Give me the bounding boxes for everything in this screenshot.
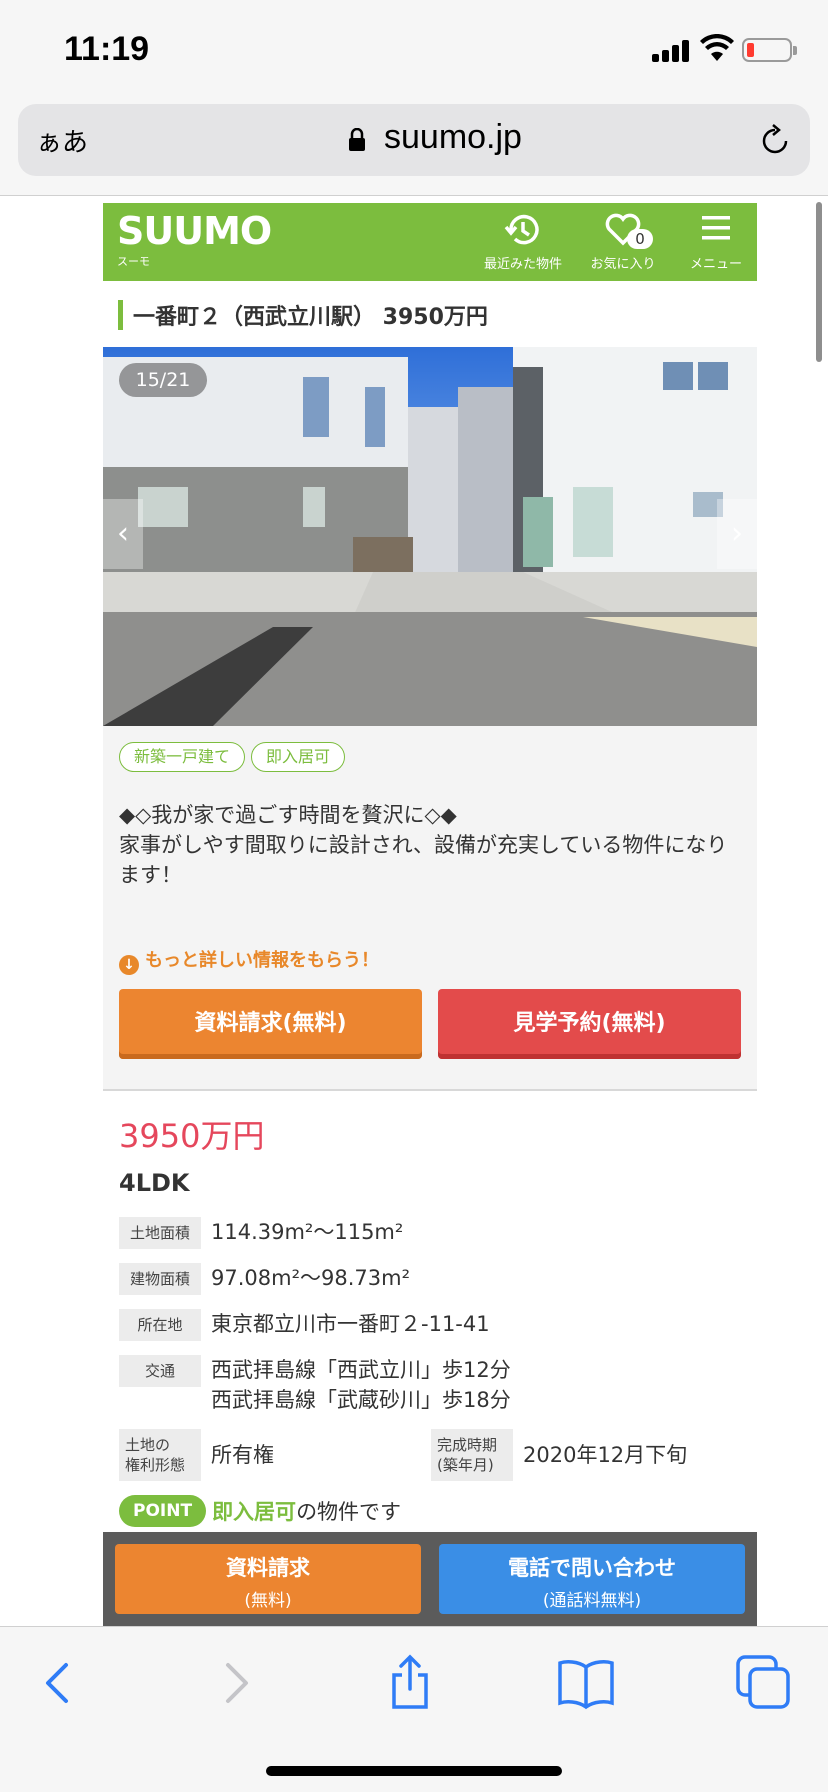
recent-label: 最近みた物件 xyxy=(483,257,562,272)
logo-subtitle: スーモ xyxy=(117,255,150,268)
favorites-label: お気に入り xyxy=(590,257,656,272)
sticky-request-sub: (無料) xyxy=(244,1591,292,1611)
point-row: POINT 即入居可 の物件です xyxy=(119,1495,741,1527)
prev-photo-button[interactable]: ‹ xyxy=(103,499,143,569)
bookmarks-icon[interactable] xyxy=(556,1653,616,1713)
reload-icon[interactable] xyxy=(758,124,792,158)
suumo-logo[interactable]: SUUMO xyxy=(117,209,272,253)
menu-icon xyxy=(702,216,730,240)
recent-button[interactable]: 最近みた物件 xyxy=(481,209,565,275)
address-bar[interactable]: ぁあ suumo.jp xyxy=(18,104,810,176)
sticky-request-button[interactable]: 資料請求 (無料) xyxy=(115,1544,421,1614)
menu-button[interactable]: メニュー xyxy=(679,209,753,275)
spec-rights-completion: 土地の 権利形態 所有権 完成時期 (築年月) 2020年12月下旬 xyxy=(119,1429,741,1481)
tag-new-house: 新築一戸建て xyxy=(119,742,246,772)
signal-icon xyxy=(652,40,692,62)
house-photo-image xyxy=(103,347,757,726)
sticky-phone-button[interactable]: 電話で問い合わせ (通話料無料) xyxy=(439,1544,745,1614)
floor-layout: 4LDK xyxy=(119,1169,190,1197)
arrow-down-icon: ↓ xyxy=(119,955,139,975)
spec-address: 所在地 東京都立川市一番町２-11-41 xyxy=(119,1309,741,1341)
favorites-button[interactable]: 0 お気に入り xyxy=(587,209,659,275)
sticky-phone-sub: (通話料無料) xyxy=(542,1591,642,1611)
spec-label: 完成時期 (築年月) xyxy=(431,1429,513,1481)
spec-value: 114.39m²〜115m² xyxy=(211,1220,404,1244)
spec-value: 西武拝島線「西武立川」歩12分 西武拝島線「武蔵砂川」歩18分 xyxy=(211,1355,511,1415)
tabs-icon[interactable] xyxy=(734,1653,794,1713)
property-info: 3950万円 4LDK 土地面積 114.39m²〜115m² 建物面積 97.… xyxy=(103,1091,757,1527)
status-bar: 11:19 xyxy=(0,0,828,98)
more-info-label: もっと詳しい情報をもらう！ xyxy=(145,950,379,971)
battery-icon xyxy=(742,38,797,62)
request-materials-button[interactable]: 資料請求(無料) xyxy=(119,989,422,1059)
sticky-request-label: 資料請求 xyxy=(226,1556,310,1580)
property-photo[interactable]: 15/21 ‹ › xyxy=(103,347,757,726)
more-info-link[interactable]: ↓ もっと詳しい情報をもらう！ xyxy=(119,946,741,975)
history-icon xyxy=(504,214,539,245)
back-icon[interactable] xyxy=(28,1653,88,1713)
point-badge: POINT xyxy=(119,1495,207,1527)
spec-transport: 交通 西武拝島線「西武立川」歩12分 西武拝島線「武蔵砂川」歩18分 xyxy=(119,1355,741,1415)
spec-label-line: (築年月) xyxy=(437,1456,494,1474)
text-size-button[interactable]: ぁあ xyxy=(36,122,88,159)
url-text[interactable]: suumo.jp xyxy=(384,118,522,157)
lock-icon xyxy=(349,128,365,151)
spec-value: 東京都立川市一番町２-11-41 xyxy=(211,1312,490,1336)
page-content: SUUMO スーモ 最近みた物件 0 お気に入り メニュー 一番町２（西武立川駅… xyxy=(103,196,757,1527)
spec-label: 土地面積 xyxy=(119,1217,201,1249)
cta-buttons: 資料請求(無料) 見学予約(無料) xyxy=(119,989,741,1059)
spec-label-line: 完成時期 xyxy=(437,1436,498,1454)
listing-title-row: 一番町２（西武立川駅） 3950万円 xyxy=(103,281,757,347)
menu-label: メニュー xyxy=(689,257,742,272)
point-highlight: 即入居可 xyxy=(212,1500,297,1524)
share-icon[interactable] xyxy=(380,1653,440,1713)
photo-counter: 15/21 xyxy=(119,363,207,397)
page-scrollbar[interactable] xyxy=(816,202,822,362)
spec-label-line: 土地の xyxy=(125,1436,171,1454)
description-line-2: 家事がしやす間取りに設計され、設備が充実している物件になります！ xyxy=(119,833,728,887)
browser-address-area: ぁあ suumo.jp xyxy=(0,98,828,196)
spec-label: 所在地 xyxy=(119,1309,201,1341)
transport-line-2: 西武拝島線「武蔵砂川」歩18分 xyxy=(211,1388,511,1412)
spec-building-area: 建物面積 97.08m²〜98.73m² xyxy=(119,1263,741,1295)
listing-title: 一番町２（西武立川駅） 3950万円 xyxy=(133,305,488,330)
favorites-count: 0 xyxy=(627,229,653,249)
spec-land-area: 土地面積 114.39m²〜115m² xyxy=(119,1217,741,1249)
visit-reservation-button[interactable]: 見学予約(無料) xyxy=(438,989,741,1059)
next-photo-button[interactable]: › xyxy=(717,499,757,569)
spec-label: 交通 xyxy=(119,1355,201,1387)
description-text: ◆◇我が家で過ごす時間を贅沢に◇◆ 家事がしやす間取りに設計され、設備が充実して… xyxy=(119,800,741,890)
point-text: の物件です xyxy=(296,1500,402,1524)
sticky-phone-label: 電話で問い合わせ xyxy=(508,1556,676,1580)
description-line-1: ◆◇我が家で過ごす時間を贅沢に◇◆ xyxy=(119,803,457,827)
spec-label: 建物面積 xyxy=(119,1263,201,1295)
spec-value: 97.08m²〜98.73m² xyxy=(211,1266,410,1290)
site-header: SUUMO スーモ 最近みた物件 0 お気に入り メニュー xyxy=(103,203,757,281)
spec-value: 所有権 xyxy=(211,1443,274,1467)
tag-move-in-ready: 即入居可 xyxy=(251,742,346,772)
wifi-icon xyxy=(700,34,734,61)
spec-value: 2020年12月下旬 xyxy=(523,1443,688,1467)
price: 3950万円 xyxy=(119,1117,265,1155)
title-accent xyxy=(118,300,123,330)
spec-label: 土地の 権利形態 xyxy=(119,1429,201,1481)
transport-line-1: 西武拝島線「西武立川」歩12分 xyxy=(211,1358,511,1382)
home-indicator xyxy=(266,1766,562,1776)
description-section: 新築一戸建て 即入居可 ◆◇我が家で過ごす時間を贅沢に◇◆ 家事がしやす間取りに設… xyxy=(103,726,757,1089)
tag-list: 新築一戸建て 即入居可 xyxy=(119,742,741,774)
spec-label-line: 権利形態 xyxy=(125,1456,186,1474)
status-time: 11:19 xyxy=(64,30,150,68)
forward-icon[interactable] xyxy=(206,1653,266,1713)
sticky-cta-bar: 資料請求 (無料) 電話で問い合わせ (通話料無料) xyxy=(103,1532,757,1626)
